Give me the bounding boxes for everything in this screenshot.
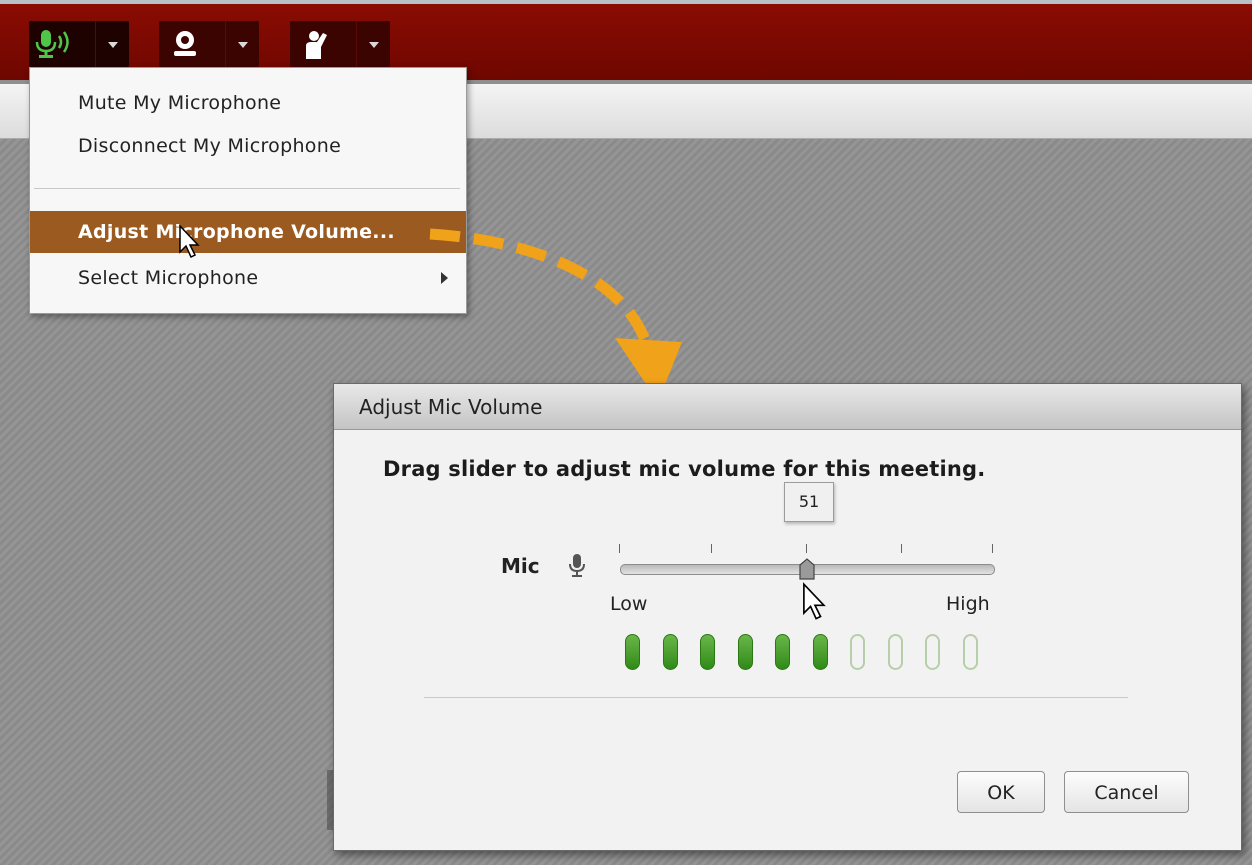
slider-tick [901,544,902,553]
level-meter-bar [700,634,715,670]
dialog-separator [424,697,1128,698]
menu-item-adjust-microphone-volume[interactable]: Adjust Microphone Volume... [30,211,466,253]
cancel-button[interactable]: Cancel [1064,771,1189,813]
level-meter-bar [963,634,978,670]
level-meter-bar [625,634,640,670]
slider-tick [806,544,807,553]
mouse-pointer-icon [179,224,200,259]
slider-tick [992,544,993,553]
raise-hand-icon[interactable] [290,21,342,67]
adjust-mic-volume-dialog: Adjust Mic Volume Drag slider to adjust … [333,383,1242,851]
level-meter-bar [813,634,828,670]
low-label: Low [610,593,648,615]
raise-hand-button[interactable] [290,21,390,67]
microphone-icon [569,554,585,577]
high-label: High [946,593,990,615]
level-meter-bar [850,634,865,670]
slider-thumb[interactable] [799,558,815,580]
level-meter-bar [663,634,678,670]
microphone-dropdown-arrow[interactable] [95,21,130,67]
menu-item-mute-microphone[interactable]: Mute My Microphone [30,82,466,124]
menu-item-disconnect-microphone[interactable]: Disconnect My Microphone [30,125,466,167]
level-meter-bar [738,634,753,670]
menu-separator [34,188,460,189]
raise-hand-dropdown-arrow[interactable] [356,21,391,67]
webcam-button[interactable] [159,21,259,67]
level-meter-bar [888,634,903,670]
level-meter-bar [925,634,940,670]
webcam-icon[interactable] [159,21,211,67]
microphone-speaking-icon[interactable] [29,21,81,67]
microphone-menu: Mute My Microphone Disconnect My Microph… [29,67,467,314]
webcam-dropdown-arrow[interactable] [225,21,260,67]
level-meter-bar [775,634,790,670]
slider-tick [711,544,712,553]
annotation-arrow [429,228,682,402]
ok-button[interactable]: OK [957,771,1045,813]
microphone-button[interactable] [29,21,129,67]
menu-item-select-microphone[interactable]: Select Microphone [30,257,466,299]
mouse-pointer-icon [803,582,826,620]
slider-tick [619,544,620,553]
dialog-instruction: Drag slider to adjust mic volume for thi… [383,457,986,481]
menu-item-select-microphone-label: Select Microphone [78,267,259,289]
dialog-title: Adjust Mic Volume [334,384,1241,430]
slider-value-tooltip: 51 [784,482,834,522]
mic-label: Mic [501,554,540,578]
